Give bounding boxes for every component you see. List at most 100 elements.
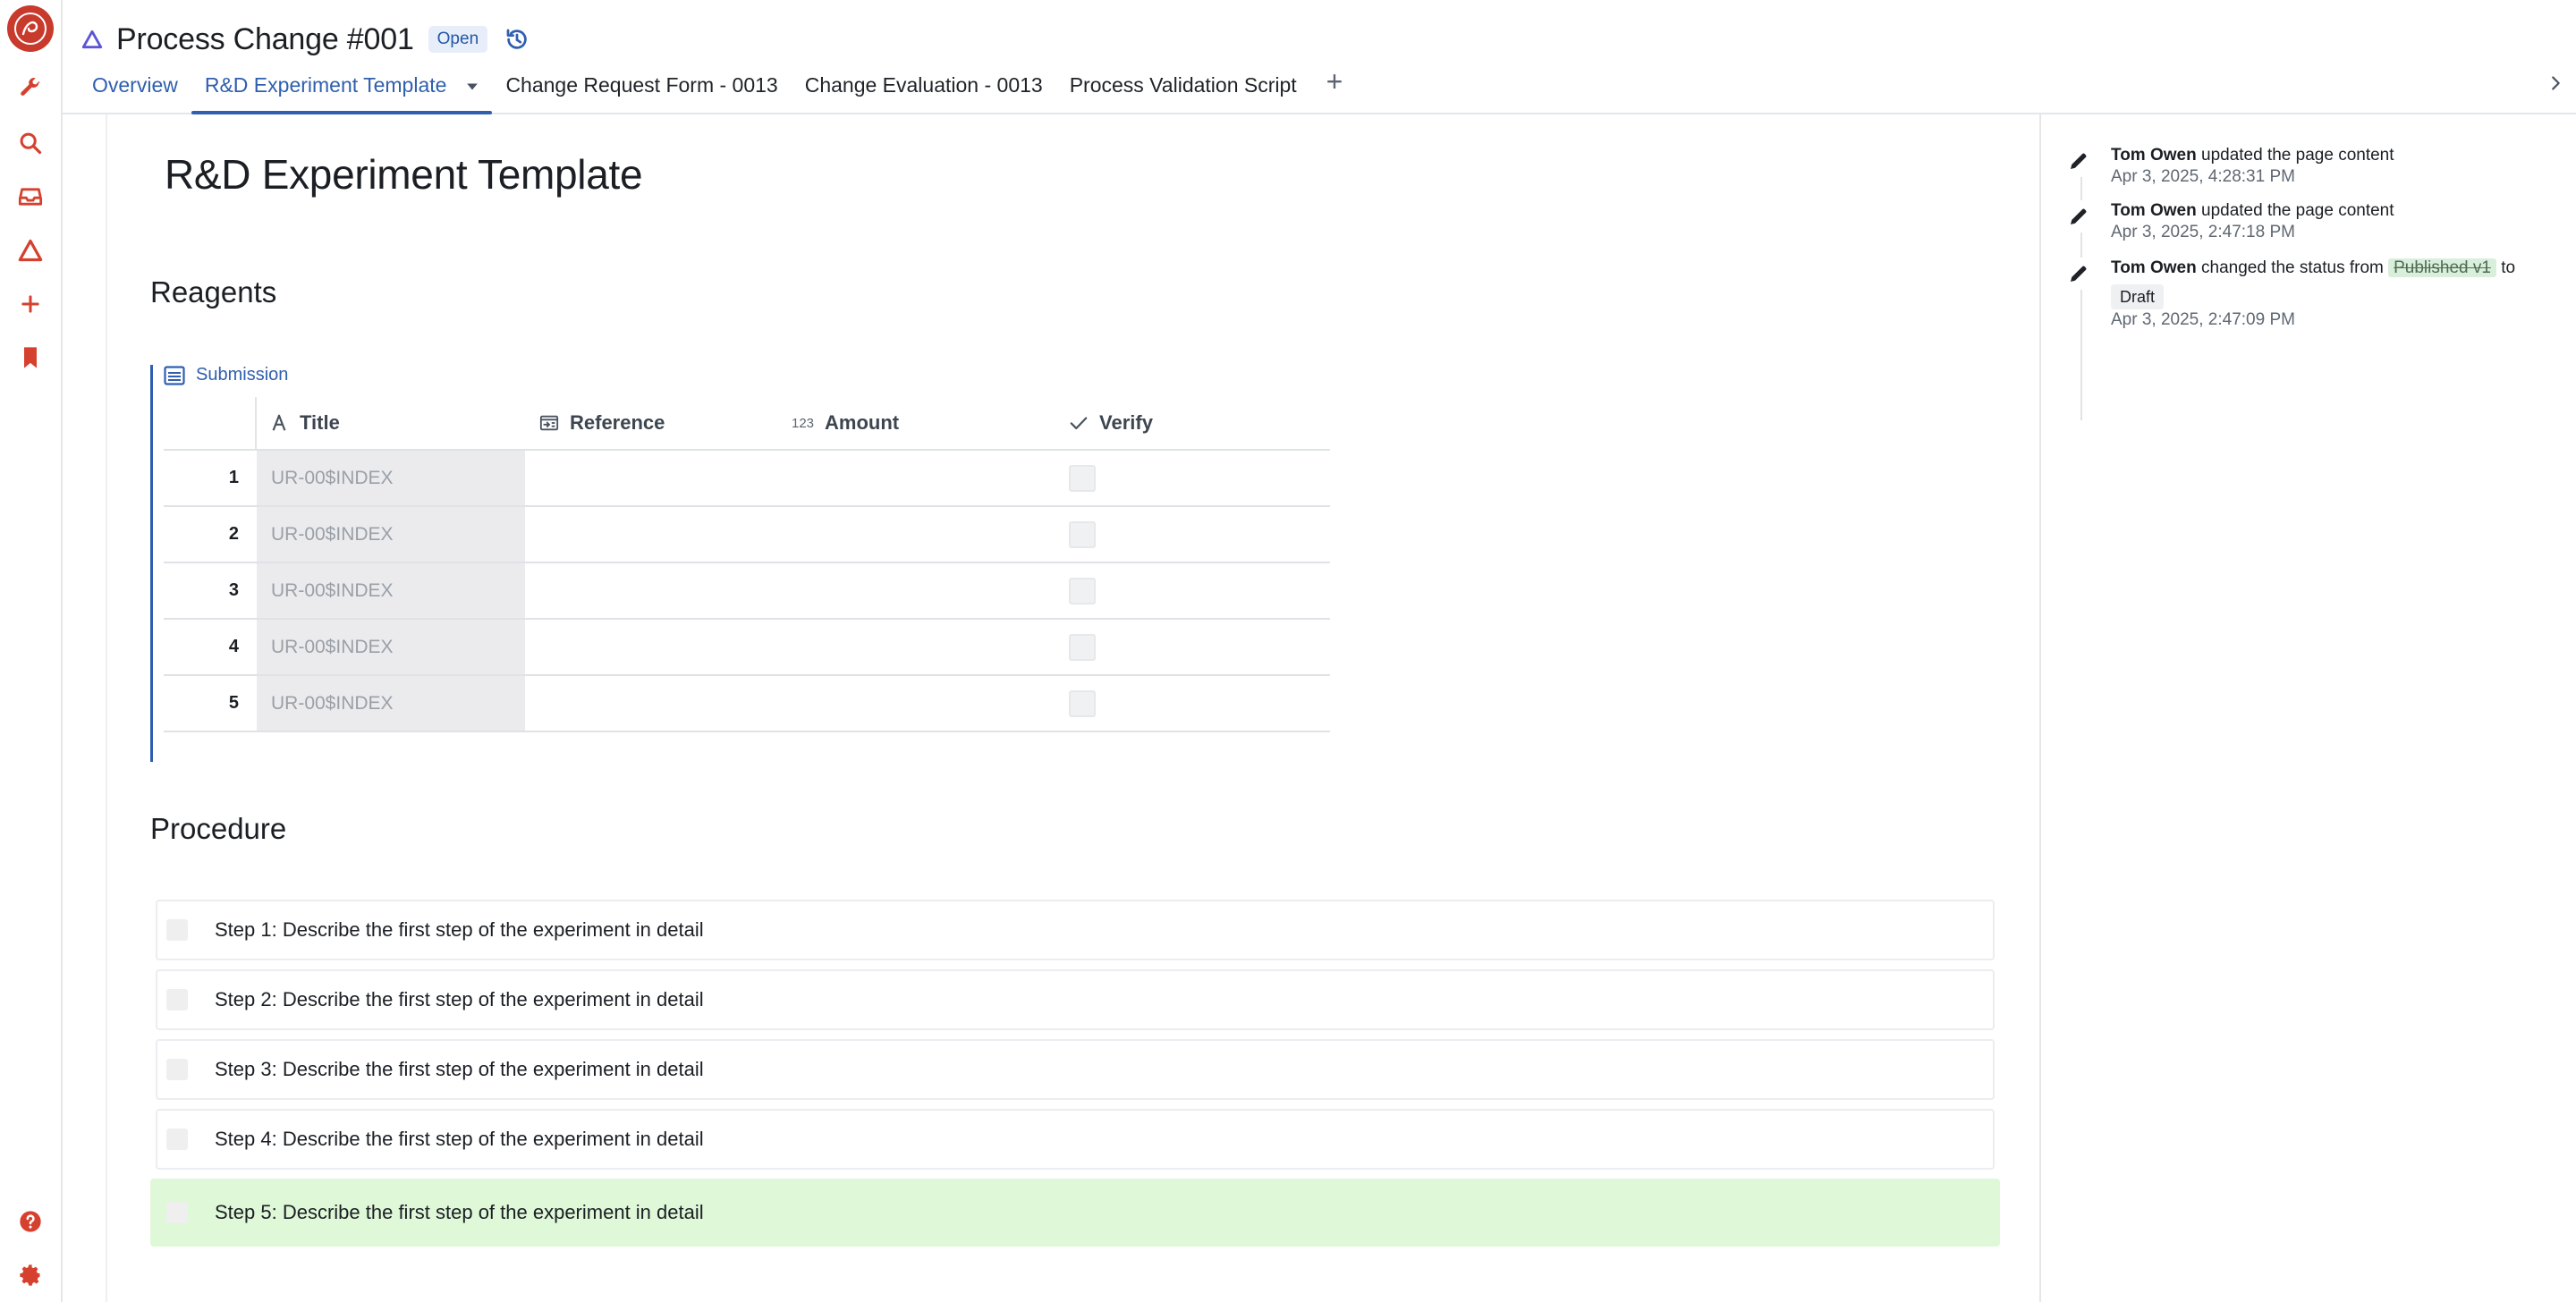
- activity-text: Tom Owen updated the page content Apr 3,…: [2111, 200, 2558, 243]
- checklist-item-highlighted[interactable]: Step 5: Describe the first step of the e…: [150, 1179, 2000, 1247]
- step-text: Step 5: Describe the first step of the e…: [215, 1201, 704, 1223]
- verify-checkbox[interactable]: [1069, 464, 1096, 492]
- document-title[interactable]: R&D Experiment Template: [165, 150, 643, 199]
- amount-cell[interactable]: [793, 507, 1062, 562]
- step-checkbox[interactable]: [166, 989, 188, 1010]
- title-cell[interactable]: UR-00$INDEX: [257, 563, 525, 618]
- tab-change-evaluation[interactable]: Change Evaluation - 0013: [792, 64, 1056, 113]
- column-header-verify[interactable]: Verify: [1058, 397, 1330, 449]
- activity-user[interactable]: Tom Owen: [2111, 146, 2197, 165]
- history-icon[interactable]: [504, 26, 530, 53]
- left-rail: [0, 0, 63, 1302]
- row-index: 4: [228, 637, 239, 656]
- help-icon[interactable]: [14, 1205, 47, 1238]
- verify-cell: [1062, 676, 1330, 731]
- table-row: 2 UR-00$INDEX: [164, 507, 1330, 563]
- add-tab-button[interactable]: +: [1310, 64, 1360, 113]
- page-header: Process Change #001 Open Overview R&D Ex…: [63, 0, 2576, 114]
- reference-type-icon: [539, 415, 559, 431]
- activity-to-word: to: [2501, 258, 2516, 277]
- reagents-heading: Reagents: [150, 275, 277, 309]
- reference-cell[interactable]: [525, 507, 793, 562]
- wrench-icon[interactable]: [14, 72, 47, 104]
- amount-cell[interactable]: [793, 563, 1062, 618]
- verify-checkbox[interactable]: [1069, 577, 1096, 604]
- tab-rd-experiment-template[interactable]: R&D Experiment Template: [191, 64, 493, 114]
- step-checkbox[interactable]: [166, 1202, 188, 1223]
- tab-overview[interactable]: Overview: [79, 64, 191, 113]
- table-row: 3 UR-00$INDEX: [164, 563, 1330, 620]
- title-cell[interactable]: UR-00$INDEX: [257, 451, 525, 505]
- procedure-checklist: Step 1: Describe the first step of the e…: [150, 900, 2000, 1256]
- activity-item: Tom Owen updated the page content Apr 3,…: [2063, 200, 2558, 243]
- verify-cell: [1062, 451, 1330, 505]
- checklist-item[interactable]: Step 4: Describe the first step of the e…: [156, 1109, 1995, 1170]
- verify-checkbox[interactable]: [1069, 689, 1096, 717]
- checklist-item[interactable]: Step 1: Describe the first step of the e…: [156, 900, 1995, 960]
- app-logo-icon[interactable]: [7, 5, 54, 52]
- row-index: 1: [228, 468, 239, 487]
- procedure-heading: Procedure: [150, 812, 287, 845]
- activity-text: Tom Owen updated the page content Apr 3,…: [2111, 145, 2558, 188]
- checklist-item[interactable]: Step 2: Describe the first step of the e…: [156, 969, 1995, 1030]
- activity-time: Apr 3, 2025, 2:47:09 PM: [2111, 310, 2295, 329]
- reagents-table: Title Reference 123 Amount Verify 1 UR-0…: [164, 397, 1330, 732]
- reference-cell[interactable]: [525, 563, 793, 618]
- verify-cell: [1062, 563, 1330, 618]
- reference-cell[interactable]: [525, 676, 793, 731]
- verify-checkbox[interactable]: [1069, 633, 1096, 661]
- activity-user[interactable]: Tom Owen: [2111, 201, 2197, 220]
- plus-icon[interactable]: [14, 288, 47, 320]
- reference-cell[interactable]: [525, 451, 793, 505]
- status-badge[interactable]: Open: [428, 26, 488, 53]
- pencil-icon: [2063, 200, 2095, 232]
- amount-cell[interactable]: [793, 451, 1062, 505]
- search-icon[interactable]: [14, 127, 47, 159]
- row-index: 5: [228, 693, 239, 713]
- activity-action: changed the status from: [2201, 258, 2384, 277]
- tab-process-validation-script[interactable]: Process Validation Script: [1056, 64, 1310, 113]
- chevron-right-icon[interactable]: [2546, 73, 2565, 93]
- number-type-icon: 123: [792, 415, 815, 431]
- reference-cell[interactable]: [525, 620, 793, 674]
- pencil-icon: [2063, 145, 2095, 177]
- inbox-icon[interactable]: [14, 181, 47, 213]
- title-cell[interactable]: UR-00$INDEX: [257, 620, 525, 674]
- caret-down-icon[interactable]: [466, 80, 479, 93]
- checkmark-icon: [1070, 417, 1088, 430]
- activity-time: Apr 3, 2025, 2:47:18 PM: [2111, 223, 2295, 241]
- step-checkbox[interactable]: [166, 1059, 188, 1080]
- column-header-label: Verify: [1099, 411, 1153, 434]
- tab-change-request-form[interactable]: Change Request Form - 0013: [492, 64, 791, 113]
- step-text: Step 2: Describe the first step of the e…: [215, 988, 704, 1010]
- settings-icon[interactable]: [14, 1259, 47, 1291]
- activity-user[interactable]: Tom Owen: [2111, 258, 2197, 277]
- submission-form-label[interactable]: Submission: [164, 365, 288, 385]
- table-row: 4 UR-00$INDEX: [164, 620, 1330, 676]
- form-label-text: Submission: [196, 365, 289, 385]
- table-header-row: Title Reference 123 Amount Verify: [164, 397, 1330, 451]
- checklist-item[interactable]: Step 3: Describe the first step of the e…: [156, 1039, 1995, 1100]
- column-header-title[interactable]: Title: [257, 397, 523, 449]
- column-header-reference[interactable]: Reference: [523, 397, 790, 449]
- verify-cell: [1062, 507, 1330, 562]
- step-checkbox[interactable]: [166, 1129, 188, 1150]
- verify-checkbox[interactable]: [1069, 520, 1096, 548]
- pencil-icon: [2063, 258, 2095, 290]
- delta-icon[interactable]: [14, 234, 47, 266]
- column-header-amount[interactable]: 123 Amount: [790, 397, 1058, 449]
- amount-cell[interactable]: [793, 620, 1062, 674]
- title-cell[interactable]: UR-00$INDEX: [257, 676, 525, 731]
- previous-status-badge: Published v1: [2388, 258, 2496, 277]
- step-text: Step 4: Describe the first step of the e…: [215, 1128, 704, 1150]
- document-gutter: [63, 114, 107, 1302]
- step-checkbox[interactable]: [166, 919, 188, 941]
- amount-cell[interactable]: [793, 676, 1062, 731]
- submission-form: Submission Title Reference 123 Amount Ve…: [150, 365, 1330, 762]
- column-header-label: Reference: [570, 411, 665, 434]
- new-status-badge: Draft: [2111, 284, 2165, 309]
- bookmark-icon[interactable]: [14, 342, 47, 374]
- activity-time: Apr 3, 2025, 4:28:31 PM: [2111, 167, 2295, 186]
- title-cell[interactable]: UR-00$INDEX: [257, 507, 525, 562]
- activity-item: Tom Owen changed the status from Publish…: [2063, 258, 2558, 331]
